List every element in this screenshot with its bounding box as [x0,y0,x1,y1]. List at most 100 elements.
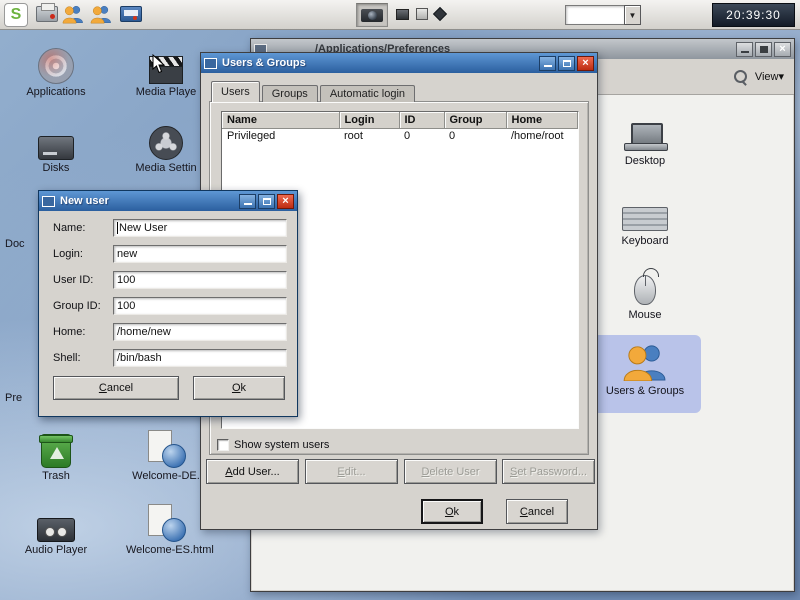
applications-cd-icon [38,48,74,84]
maximize-button[interactable] [258,193,275,209]
cell-id: 0 [404,129,411,142]
keyboard-icon [622,207,668,231]
new-user-dialog: New user × Name: New User Login: new Use… [38,190,298,417]
web-page-icon [146,504,186,542]
add-user-button[interactable]: Add User... [206,459,299,484]
tab-groups[interactable]: Groups [261,85,318,102]
desktop-icon-label: Trash [42,470,70,482]
cancel-button[interactable]: Cancel [53,376,179,400]
view-menu[interactable]: View▾ [755,70,784,83]
desktop-icon-applications[interactable]: Applications [16,44,96,98]
desktop[interactable]: Applications Media Playe Disks Media Set… [0,0,800,600]
web-page-icon [146,430,186,468]
user-id-field[interactable]: 100 [113,271,287,289]
column-header-login[interactable]: Login [339,112,400,129]
window-menu-icon[interactable] [204,57,217,69]
shell-field[interactable]: /bin/bash [113,349,287,367]
desktop-icon-label: Disks [42,162,70,174]
fm-item-desktop[interactable]: Desktop [587,111,703,167]
tab-users[interactable]: Users [211,81,260,102]
users-launcher-icon[interactable] [62,4,84,27]
cancel-button[interactable]: Cancel [506,499,568,524]
window-title: New user [60,195,109,207]
delete-user-button[interactable]: Delete User [404,459,497,484]
desktop-icon-label: Applications [26,86,86,98]
desktop-monitor-icon [624,123,668,151]
desktop-icon-welcome-de[interactable]: Welcome-DE. [126,428,206,482]
cell-name: Privileged [227,129,276,142]
chevron-down-icon: ▾ [778,71,784,83]
panel-combobox[interactable]: ▼ [565,5,641,25]
search-icon[interactable] [733,70,747,83]
fm-item-mouse[interactable]: Mouse [587,265,703,321]
table-row[interactable]: Privileged root 0 0 /home/root [222,128,578,143]
cassette-icon [37,518,75,542]
cell-group: 0 [449,129,456,142]
close-button[interactable]: × [774,41,791,57]
clock-applet: 20:39:30 [712,3,795,27]
tab-strip: Users Groups Automatic login [211,81,417,102]
ok-button[interactable]: Ok [193,376,285,400]
fm-item-users-groups[interactable]: Users & Groups [587,341,703,397]
ok-button[interactable]: Ok [421,499,483,524]
desktop-icon-media-settings[interactable]: Media Settin [126,120,206,174]
name-field[interactable]: New User [113,219,287,237]
home-label: Home: [53,326,86,338]
mouse-icon [634,268,659,305]
users-groups-icon [623,345,666,381]
desktop-icon-media-player[interactable]: Media Playe [126,44,206,98]
desktop-icon-label: Media Settin [135,162,197,174]
desktop-icon-welcome-es[interactable]: Welcome-ES.html [126,502,214,556]
login-field[interactable]: new [113,245,287,263]
printer-launcher-icon[interactable] [36,3,58,22]
cell-home: /home/root [511,129,564,142]
column-header-id[interactable]: ID [399,112,445,129]
column-header-group[interactable]: Group [444,112,507,129]
desktop-icon-audio-player[interactable]: Audio Player [16,502,96,556]
maximize-button[interactable] [755,41,772,57]
mouse-cursor [152,53,166,77]
login-label: Login: [53,248,83,260]
home-field[interactable]: /home/new [113,323,287,341]
display-launcher-icon[interactable] [120,6,142,22]
tray-volume-icon[interactable] [396,8,409,20]
desktop-icon-label: Media Playe [135,86,197,98]
screenshot-applet[interactable] [356,3,388,27]
text-caret [117,222,118,234]
minimize-button[interactable] [239,193,256,209]
globe-icon [162,518,186,542]
window-menu-icon[interactable] [42,195,55,207]
camera-icon [361,8,383,22]
film-reel-icon [149,126,183,160]
tab-automatic-login[interactable]: Automatic login [319,85,416,102]
desktop-icon-label: Welcome-DE. [132,470,200,482]
edit-button[interactable]: Edit... [305,459,398,484]
close-button[interactable]: × [577,55,594,71]
column-header-home[interactable]: Home [506,112,578,129]
groups-launcher-icon[interactable] [90,4,112,27]
close-button[interactable]: × [277,193,294,209]
group-id-field[interactable]: 100 [113,297,287,315]
tray-battery-icon[interactable] [416,8,428,20]
fm-item-keyboard[interactable]: Keyboard [587,191,703,247]
new-user-titlebar[interactable]: New user × [39,191,297,211]
show-system-users-label: Show system users [234,439,330,451]
distro-logo-icon: S [10,6,22,23]
combobox-value[interactable] [565,5,624,25]
column-header-name[interactable]: Name [222,112,340,129]
users-groups-titlebar[interactable]: Users & Groups × [201,53,597,73]
tray-media-icon[interactable] [432,6,448,22]
show-system-users-checkbox[interactable] [217,439,229,451]
desktop-icon-trash[interactable]: Trash [16,428,96,482]
system-tray [396,6,448,22]
globe-icon [162,444,186,468]
minimize-button[interactable] [539,55,556,71]
minimize-button[interactable] [736,41,753,57]
set-password-button[interactable]: Set Password... [502,459,595,484]
desktop-icon-disks[interactable]: Disks [16,120,96,174]
maximize-button[interactable] [558,55,575,71]
system-menu-button[interactable]: S [4,3,28,27]
cell-login: root [344,129,363,142]
trash-icon [39,434,73,468]
chevron-down-icon[interactable]: ▼ [624,5,641,25]
